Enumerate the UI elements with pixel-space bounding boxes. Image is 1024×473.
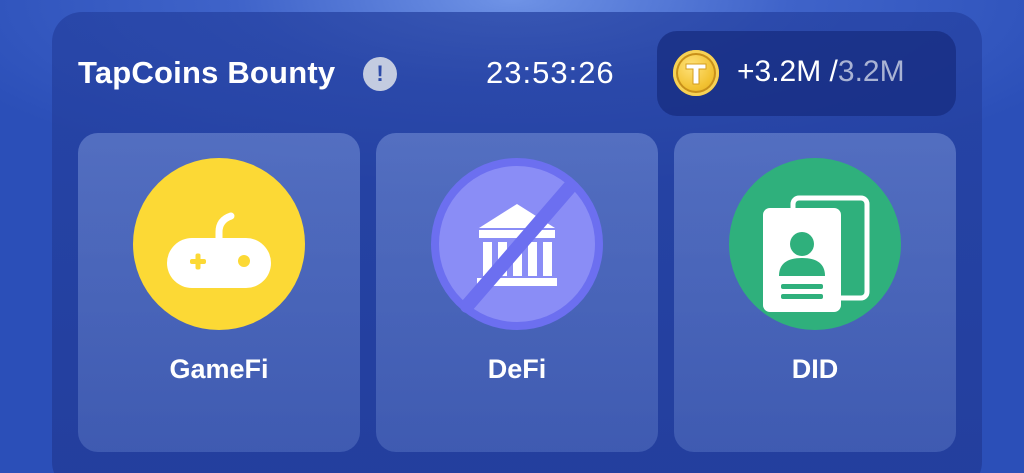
card-label-gamefi: GameFi <box>169 354 269 384</box>
card-did[interactable]: DID <box>674 133 956 452</box>
gamepad-icon <box>133 158 305 330</box>
bounty-header: TapCoins Bounty ! 23:53:26 +3.2M /3.2M <box>52 12 982 122</box>
card-defi[interactable]: DeFi <box>376 133 658 452</box>
info-icon[interactable]: ! <box>363 57 397 91</box>
reward-gained: +3.2M / <box>737 55 838 88</box>
reward-pill: +3.2M /3.2M <box>657 31 956 116</box>
card-gamefi[interactable]: GameFi <box>78 133 360 452</box>
bank-disabled-icon <box>431 158 603 330</box>
countdown-timer: 23:53:26 <box>486 55 615 90</box>
reward-amount: +3.2M /3.2M <box>737 55 905 89</box>
bounty-title: TapCoins Bounty <box>78 55 336 90</box>
bounty-panel: TapCoins Bounty ! 23:53:26 +3.2M /3.2M G… <box>52 12 982 473</box>
reward-total: 3.2M <box>837 55 905 88</box>
id-card-icon <box>729 158 901 330</box>
card-label-defi: DeFi <box>487 354 547 384</box>
tapcoin-icon <box>673 50 719 96</box>
card-label-did: DID <box>791 354 839 384</box>
